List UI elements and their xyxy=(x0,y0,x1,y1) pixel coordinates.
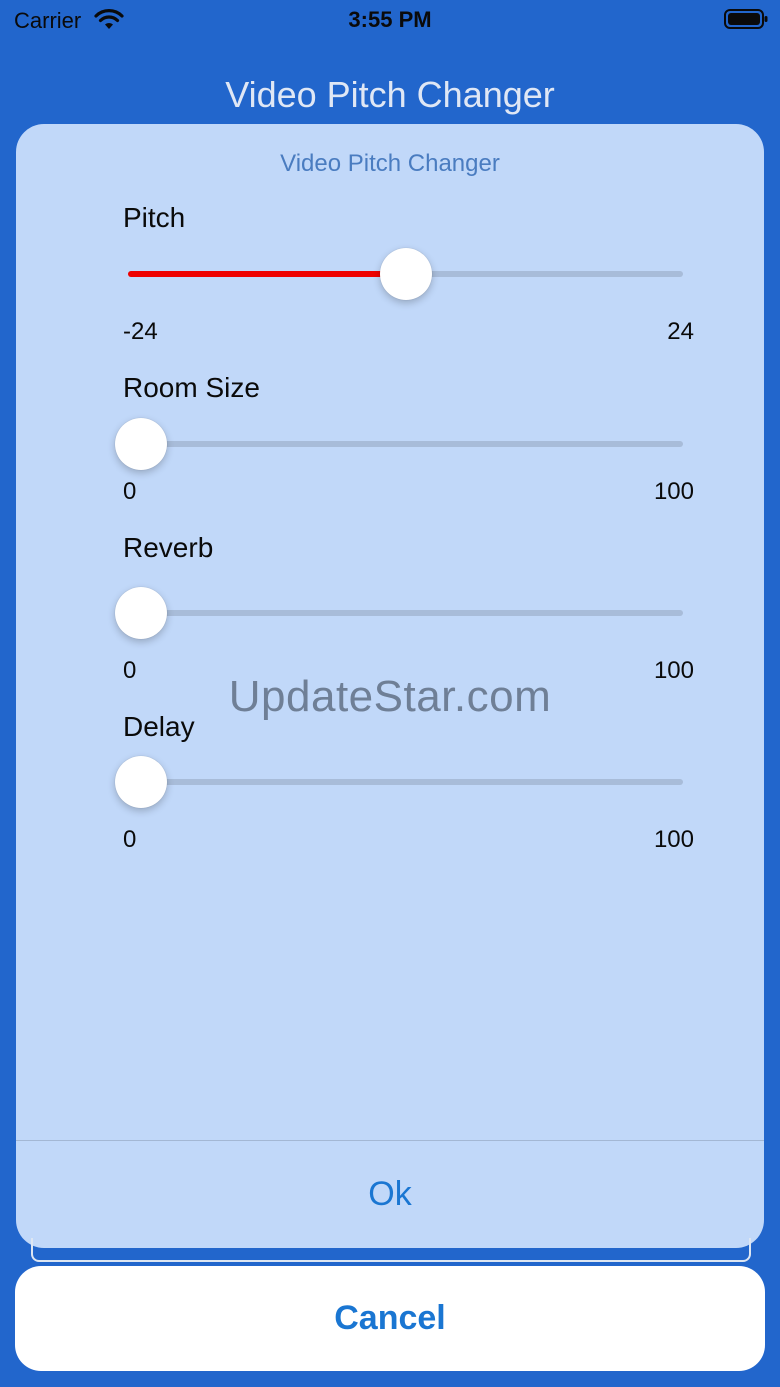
delay-max-label: 100 xyxy=(653,826,694,853)
pitch-max-label: 24 xyxy=(667,318,694,345)
ok-button[interactable]: Ok xyxy=(16,1141,764,1248)
pitch-slider[interactable] xyxy=(128,248,683,300)
reverb-slider[interactable] xyxy=(115,587,683,639)
battery-icon xyxy=(724,8,768,30)
cancel-button[interactable]: Cancel xyxy=(15,1266,765,1371)
room-size-slider[interactable] xyxy=(115,418,683,470)
slider-track xyxy=(128,441,683,447)
pitch-label: Pitch xyxy=(123,202,186,233)
reverb-label: Reverb xyxy=(123,532,214,563)
status-time: 3:55 PM xyxy=(348,7,432,32)
room-size-max-label: 100 xyxy=(653,478,694,505)
app-title: Video Pitch Changer xyxy=(225,74,555,115)
status-bar: Carrier 3:55 PM xyxy=(0,0,780,40)
pitch-min-label: -24 xyxy=(123,318,158,345)
slider-thumb[interactable] xyxy=(379,248,432,300)
room-size-label: Room Size xyxy=(123,372,260,403)
slider-thumb[interactable] xyxy=(115,756,167,808)
room-size-min-label: 0 xyxy=(123,478,137,505)
slider-thumb[interactable] xyxy=(115,418,167,470)
delay-min-label: 0 xyxy=(123,826,137,853)
slider-fill xyxy=(128,271,406,277)
slider-thumb[interactable] xyxy=(115,587,167,639)
pitch-settings-sheet: Video Pitch Changer Pitch -24 24 Room Si… xyxy=(16,124,764,1248)
sheet-backing-edge xyxy=(31,1238,751,1262)
watermark: UpdateStar.com xyxy=(228,672,552,721)
sheet-title: Video Pitch Changer xyxy=(280,150,500,177)
delay-slider[interactable] xyxy=(115,756,683,808)
slider-track xyxy=(128,779,683,785)
slider-track xyxy=(128,610,683,616)
